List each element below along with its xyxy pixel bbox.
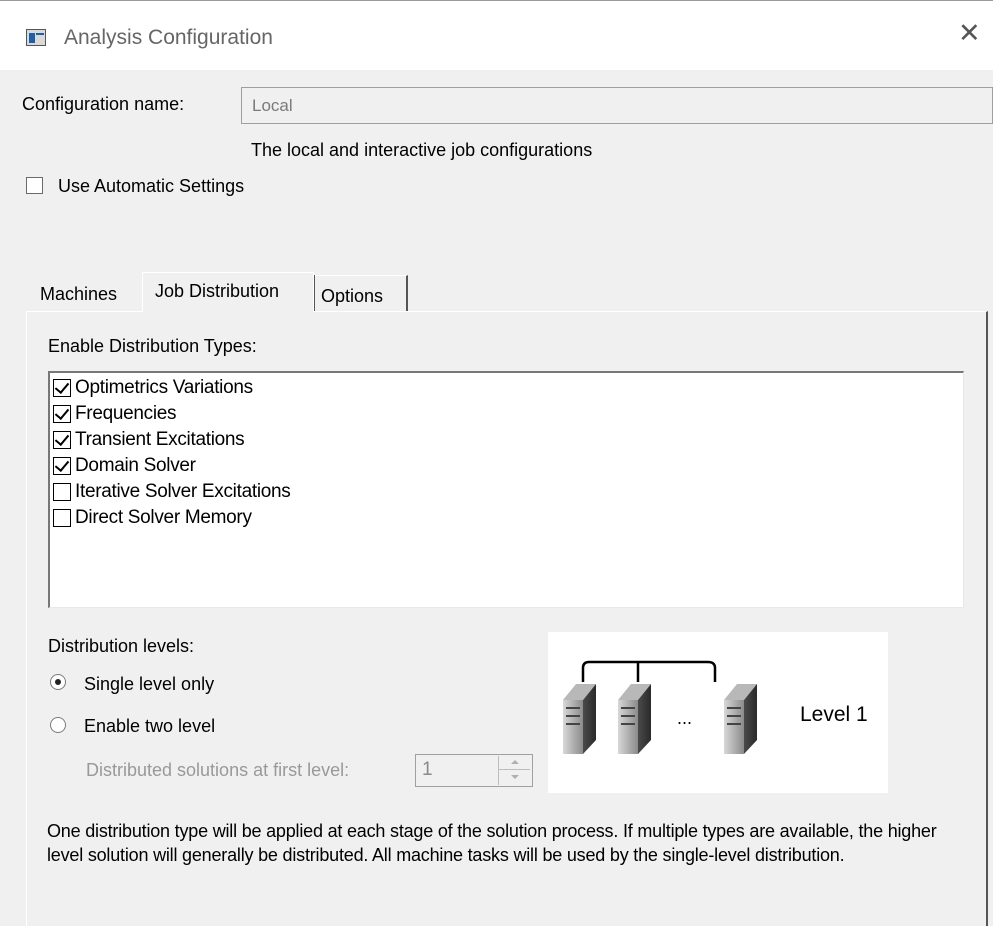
spin-up-button[interactable] xyxy=(498,756,530,770)
distribution-type-checkbox[interactable] xyxy=(53,431,71,449)
configuration-name-label: Configuration name: xyxy=(22,94,185,114)
spin-down-button[interactable] xyxy=(498,770,530,785)
tab-options[interactable]: Options xyxy=(321,286,383,307)
distribution-levels-label: Distribution levels: xyxy=(48,636,195,656)
distribution-type-label: Domain Solver xyxy=(75,455,196,476)
diagram-level-label: Level 1 xyxy=(800,703,868,726)
single-level-radio[interactable] xyxy=(50,674,66,690)
arrow-up-icon xyxy=(511,760,519,764)
tab-job-distribution[interactable]: Job Distribution xyxy=(155,281,279,302)
two-level-label[interactable]: Enable two level xyxy=(84,716,215,737)
use-automatic-settings-label[interactable]: Use Automatic Settings xyxy=(58,176,244,197)
tab-machines[interactable]: Machines xyxy=(40,284,117,305)
distribution-type-label: Transient Excitations xyxy=(75,429,245,450)
single-level-label[interactable]: Single level only xyxy=(84,674,214,695)
diagram-ellipsis: ... xyxy=(677,708,692,728)
close-button[interactable]: ✕ xyxy=(958,20,981,47)
distribution-type-label: Frequencies xyxy=(75,403,177,424)
distribution-type-checkbox[interactable] xyxy=(53,379,71,397)
distribution-type-label: Direct Solver Memory xyxy=(75,507,252,528)
app-window-icon xyxy=(26,29,46,46)
configuration-description: The local and interactive job configurat… xyxy=(251,140,593,160)
arrow-down-icon xyxy=(511,775,519,779)
use-automatic-settings-checkbox[interactable] xyxy=(26,177,43,194)
distribution-type-checkbox[interactable] xyxy=(53,405,71,423)
configuration-name-input[interactable]: Local xyxy=(241,87,993,124)
distribution-type-label: Iterative Solver Excitations xyxy=(75,481,291,502)
distribution-type-checkbox[interactable] xyxy=(53,483,71,501)
distribution-type-checkbox[interactable] xyxy=(53,509,71,527)
distribution-help-text: One distribution type will be applied at… xyxy=(47,821,937,865)
two-level-radio[interactable] xyxy=(50,717,66,733)
server-icon xyxy=(618,684,651,754)
server-icon xyxy=(724,684,757,754)
window-title: Analysis Configuration xyxy=(64,26,273,49)
distribution-type-checkbox[interactable] xyxy=(53,457,71,475)
server-icon xyxy=(563,684,596,754)
distribution-types-label: Enable Distribution Types: xyxy=(48,336,257,356)
distribution-type-label: Optimetrics Variations xyxy=(75,377,253,398)
first-level-solutions-label: Distributed solutions at first level: xyxy=(86,760,350,780)
